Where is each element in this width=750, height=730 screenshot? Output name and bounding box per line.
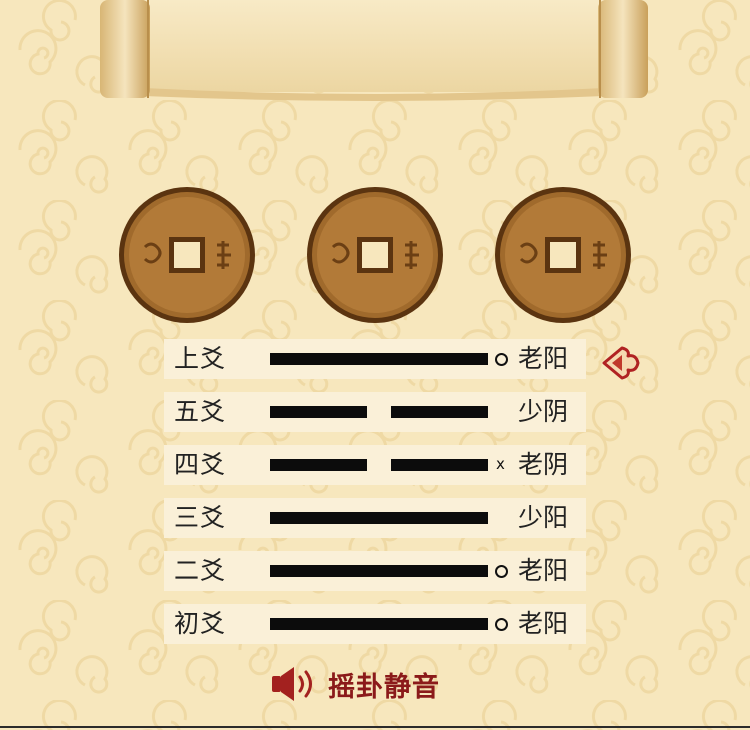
coin-1 xyxy=(119,187,255,323)
coin-2 xyxy=(307,187,443,323)
scroll-banner xyxy=(100,0,648,101)
line-value: 少阴 xyxy=(518,397,569,426)
circle-mark-icon xyxy=(495,353,508,366)
yang-line xyxy=(270,565,488,577)
yin-line-left xyxy=(270,406,367,418)
line-value: 少阳 xyxy=(518,503,569,532)
line-row-second[interactable]: 二爻 老阳 xyxy=(164,551,586,591)
line-label: 二爻 xyxy=(174,556,227,585)
yin-line-right xyxy=(391,406,488,418)
speaker-icon xyxy=(272,667,312,701)
yin-line-right xyxy=(391,459,488,471)
yang-line xyxy=(270,353,488,365)
yin-line-left xyxy=(270,459,367,471)
line-value: 老阳 xyxy=(518,344,569,373)
selection-pointer-icon[interactable] xyxy=(600,342,642,384)
mute-shake-toggle[interactable]: 摇卦静音 xyxy=(270,662,440,706)
line-label: 三爻 xyxy=(174,503,227,532)
mute-label: 摇卦静音 xyxy=(328,671,440,703)
x-mark-icon: x xyxy=(496,455,505,473)
line-label: 初爻 xyxy=(174,609,227,638)
line-row-third[interactable]: 三爻 少阳 xyxy=(164,498,586,538)
bottom-divider xyxy=(0,726,750,728)
line-label: 五爻 xyxy=(174,397,227,426)
line-label: 四爻 xyxy=(174,450,227,479)
line-value: 老阳 xyxy=(518,556,569,585)
coin-3 xyxy=(495,187,631,323)
yang-line xyxy=(270,618,488,630)
line-row-first[interactable]: 初爻 老阳 xyxy=(164,604,586,644)
line-label: 上爻 xyxy=(174,344,227,373)
yang-line xyxy=(270,512,488,524)
circle-mark-icon xyxy=(495,618,508,631)
line-row-fifth[interactable]: 五爻 少阴 xyxy=(164,392,586,432)
line-value: 老阳 xyxy=(518,609,569,638)
circle-mark-icon xyxy=(495,565,508,578)
line-value: 老阴 xyxy=(518,450,569,479)
line-row-fourth[interactable]: 四爻 x 老阴 xyxy=(164,445,586,485)
line-row-top[interactable]: 上爻 老阳 xyxy=(164,339,586,379)
